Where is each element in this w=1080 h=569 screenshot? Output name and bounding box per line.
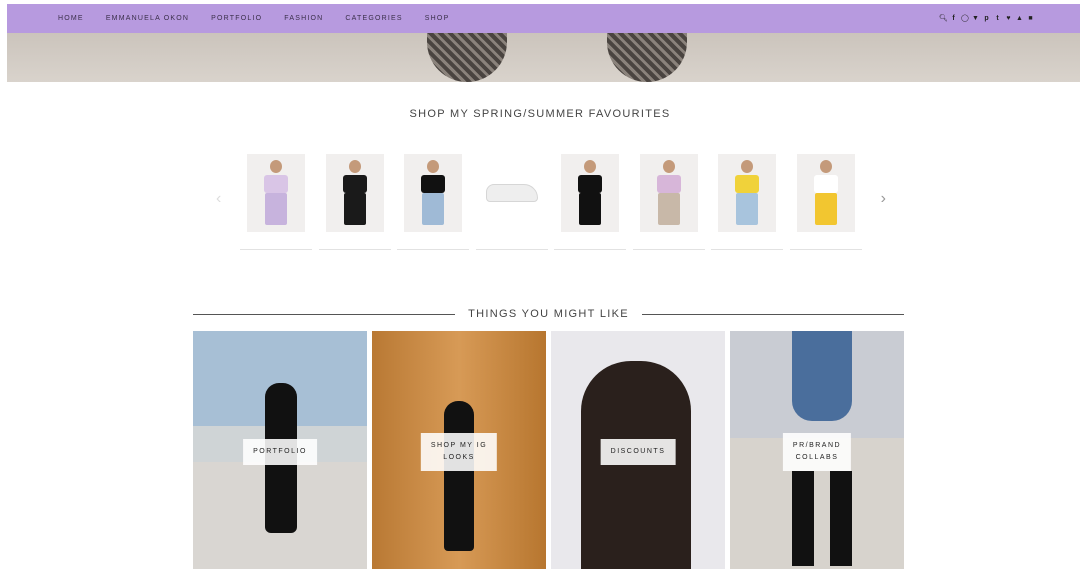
product-top	[421, 175, 445, 193]
nav-item-portfolio[interactable]: PORTFOLIO	[211, 15, 262, 22]
product-bottom	[343, 193, 366, 225]
product-image[interactable]	[639, 154, 698, 232]
tile-portfolio[interactable]: PORTFOLIO	[193, 331, 367, 569]
product-bottom	[814, 193, 837, 225]
facebook-icon[interactable]: f	[950, 15, 957, 22]
tile-label: PORTFOLIO	[243, 439, 317, 465]
hero-shoe-right	[607, 33, 687, 82]
heart-icon[interactable]: ♥	[1005, 15, 1012, 22]
tile-photo-jeans	[792, 331, 852, 421]
product-model-head	[584, 160, 596, 173]
product-top	[735, 175, 759, 193]
product-model-head	[348, 160, 361, 173]
product-bottom	[265, 193, 287, 225]
product-image[interactable]	[561, 154, 619, 232]
product-top	[264, 175, 288, 193]
twitter-icon[interactable]: ▼	[972, 15, 979, 22]
tile-photo-figure	[444, 401, 474, 551]
nav-item-categories[interactable]: CATEGORIES	[345, 15, 402, 22]
product-image[interactable]	[247, 154, 305, 232]
product-image[interactable]	[325, 154, 384, 232]
product-image[interactable]	[404, 154, 462, 232]
snapchat-icon[interactable]: ▲	[1016, 15, 1023, 22]
tile-discounts[interactable]: DISCOUNTS	[551, 331, 725, 569]
product-item-lilac-tank-top[interactable]	[632, 150, 705, 250]
main-nav: HOME EMMANUELA OKON PORTFOLIO FASHION CA…	[58, 4, 471, 33]
product-top	[578, 175, 602, 193]
product-bottom	[657, 193, 680, 225]
product-item-yellow-skirt-set[interactable]	[789, 150, 862, 250]
tile-photo-figure	[581, 361, 691, 569]
product-bottom	[579, 193, 601, 225]
tile-pr-brand-collabs[interactable]: PR/BRAND COLLABS	[730, 331, 904, 569]
tile-label: SHOP MY IG LOOKS	[420, 433, 498, 471]
tile-photo-boot-left	[792, 471, 814, 566]
tile-photo-boot-right	[830, 471, 852, 566]
product-item-lilac-crop-top-set[interactable]	[240, 150, 312, 250]
product-model-head	[819, 160, 832, 173]
product-carousel: ‹ ›	[216, 150, 886, 250]
tile-label: PR/BRAND COLLABS	[782, 433, 852, 471]
tumblr-icon[interactable]: t	[994, 15, 1001, 22]
product-bottom	[422, 193, 444, 225]
social-icons: 🔍︎ f ◯ ▼ p t ♥ ▲ ■	[939, 4, 1034, 33]
product-top	[656, 175, 681, 193]
youtube-icon[interactable]: ■	[1027, 15, 1034, 22]
product-top	[342, 175, 367, 193]
shop-section-title: SHOP MY SPRING/SUMMER FAVOURITES	[409, 108, 671, 120]
nav-item-shop[interactable]: SHOP	[425, 15, 450, 22]
product-model-head	[270, 160, 282, 173]
things-section-title: THINGS YOU MIGHT LIKE	[468, 308, 629, 320]
product-item-black-top-denim-skirt[interactable]	[397, 150, 469, 250]
product-image[interactable]	[796, 154, 855, 232]
product-model-head	[662, 160, 675, 173]
carousel-next-arrow[interactable]: ›	[881, 190, 886, 208]
tile-label: DISCOUNTS	[600, 439, 676, 465]
search-icon[interactable]: 🔍︎	[939, 15, 948, 22]
product-top	[813, 175, 838, 193]
pinterest-icon[interactable]: p	[983, 15, 990, 22]
product-model-head	[741, 160, 753, 173]
product-image[interactable]	[718, 154, 776, 232]
nav-item-fashion[interactable]: FASHION	[284, 15, 323, 22]
product-model-head	[427, 160, 439, 173]
product-bottom	[736, 193, 758, 225]
nav-item-emmanuela-okon[interactable]: EMMANUELA OKON	[106, 15, 189, 22]
product-item-yellow-crop-top[interactable]	[711, 150, 783, 250]
hero-image	[7, 33, 1080, 82]
product-item-black-crop-leggings[interactable]	[318, 150, 391, 250]
product-image[interactable]	[482, 154, 541, 232]
product-shoe	[485, 184, 538, 202]
things-section-header: THINGS YOU MIGHT LIKE	[193, 305, 904, 325]
hero-shoe-left	[427, 33, 507, 82]
product-item-white-sneakers[interactable]	[475, 150, 548, 250]
nav-item-home[interactable]: HOME	[58, 15, 84, 22]
carousel-prev-arrow[interactable]: ‹	[216, 190, 221, 208]
top-nav-bar: HOME EMMANUELA OKON PORTFOLIO FASHION CA…	[7, 4, 1080, 33]
instagram-icon[interactable]: ◯	[961, 15, 969, 22]
feature-tiles: PORTFOLIO SHOP MY IG LOOKS DISCOUNTS PR/…	[193, 331, 904, 569]
product-item-black-halter-dress[interactable]	[554, 150, 626, 250]
tile-shop-ig-looks[interactable]: SHOP MY IG LOOKS	[372, 331, 546, 569]
